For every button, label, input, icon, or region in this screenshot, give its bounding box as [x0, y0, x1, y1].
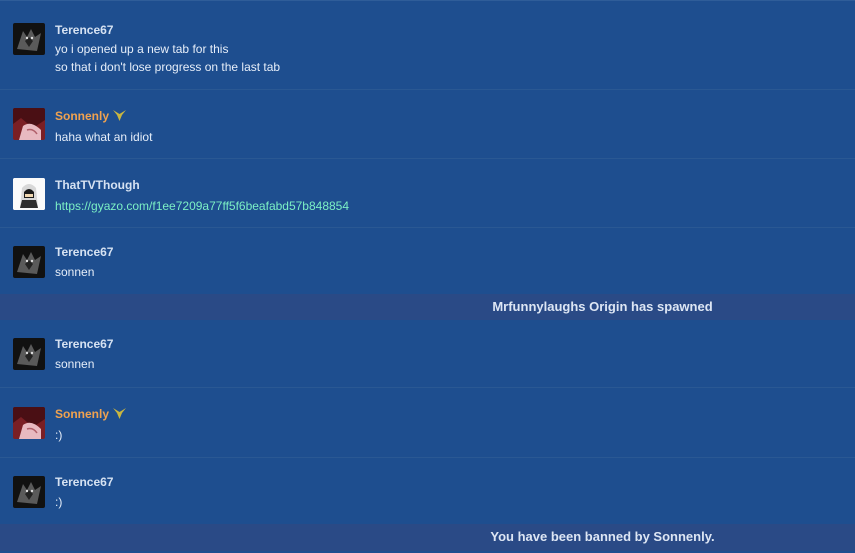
- message-link[interactable]: https://gyazo.com/f1ee7209a77ff5f6beafab…: [55, 197, 349, 215]
- avatar[interactable]: [13, 407, 45, 439]
- message-text: https://gyazo.com/f1ee7209a77ff5f6beafab…: [55, 197, 349, 215]
- chat-message: Terence67 :): [0, 458, 855, 524]
- username[interactable]: Sonnenly: [55, 109, 127, 123]
- username[interactable]: ThatTVThough: [55, 178, 140, 192]
- message-text: sonnen: [55, 263, 94, 281]
- message-line: so that i don't lose progress on the las…: [55, 60, 281, 74]
- chat-log[interactable]: Terence67 yo i opened up a new tab for t…: [0, 0, 855, 553]
- chat-message: Terence67 sonnen: [0, 320, 855, 388]
- avatar[interactable]: [13, 476, 45, 508]
- username-label: Sonnenly: [55, 407, 110, 421]
- avatar[interactable]: [13, 23, 45, 55]
- message-text: haha what an idiot: [55, 128, 152, 146]
- message-line: sonnen: [55, 265, 95, 279]
- system-notice: You have been banned by Sonnenly.: [0, 524, 855, 551]
- message-line: haha what an idiot: [55, 130, 153, 144]
- username-label: Sonnenly: [55, 109, 110, 123]
- moderator-badge-icon: [113, 110, 127, 121]
- system-notice-text: You have been banned by Sonnenly.: [490, 529, 715, 544]
- message-text: :): [55, 493, 62, 511]
- avatar[interactable]: [13, 178, 45, 210]
- system-notice: Mrfunnylaughs Origin has spawned: [0, 294, 855, 320]
- moderator-badge-icon: [113, 408, 127, 419]
- avatar[interactable]: [13, 246, 45, 278]
- chat-message: Terence67 yo i opened up a new tab for t…: [0, 1, 855, 90]
- system-notice-text: Mrfunnylaughs Origin has spawned: [492, 299, 713, 314]
- avatar[interactable]: [13, 338, 45, 370]
- message-text: sonnen: [55, 355, 94, 373]
- username[interactable]: Sonnenly: [55, 407, 127, 421]
- chat-message: Sonnenly haha what an idiot: [0, 90, 855, 159]
- chat-message: ThatTVThough https://gyazo.com/f1ee7209a…: [0, 159, 855, 228]
- chat-message: Terence67 sonnen: [0, 228, 855, 295]
- message-line: yo i opened up a new tab for this: [55, 42, 229, 56]
- message-text: yo i opened up a new tab for this so tha…: [55, 40, 280, 76]
- message-line: :): [55, 495, 63, 509]
- username[interactable]: Terence67: [55, 245, 113, 259]
- username[interactable]: Terence67: [55, 23, 113, 37]
- message-line: sonnen: [55, 357, 95, 371]
- username[interactable]: Terence67: [55, 475, 113, 489]
- username[interactable]: Terence67: [55, 337, 113, 351]
- chat-message: Sonnenly :): [0, 388, 855, 458]
- message-line: :): [55, 428, 63, 442]
- avatar[interactable]: [13, 108, 45, 140]
- message-text: :): [55, 426, 62, 444]
